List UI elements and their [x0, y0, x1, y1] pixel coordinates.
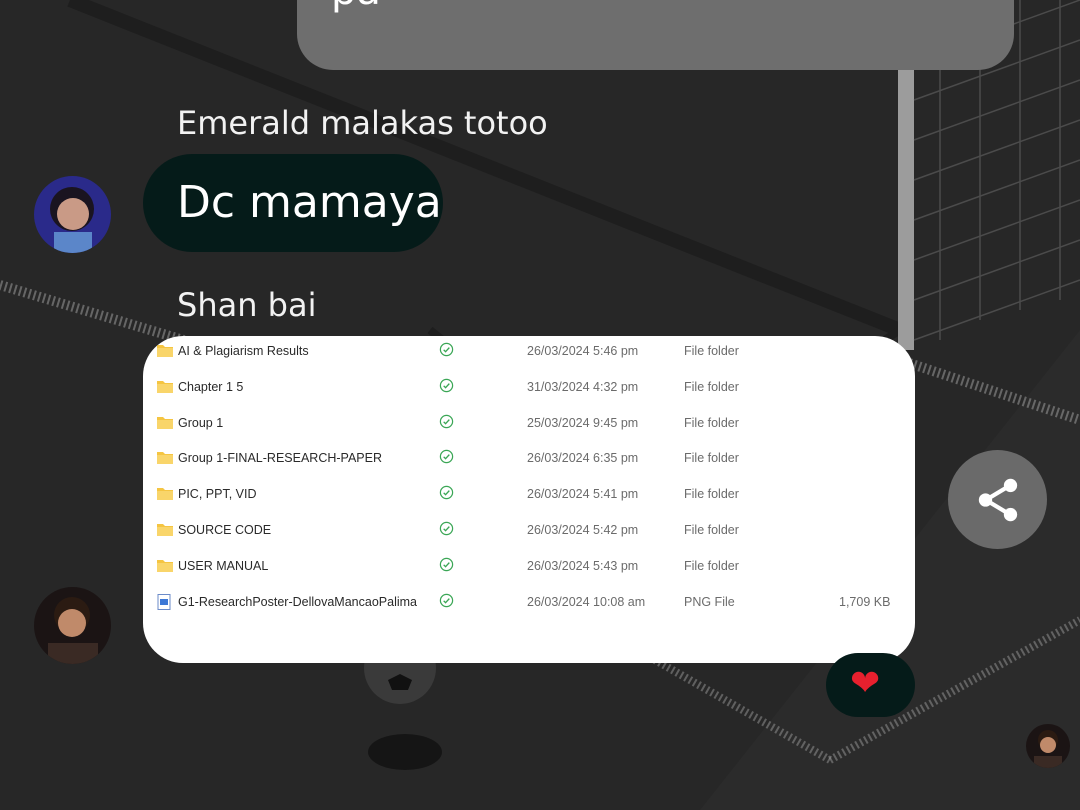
sender-name-2: Shan bai: [177, 286, 317, 324]
share-button[interactable]: [948, 450, 1047, 549]
file-type: File folder: [684, 344, 739, 358]
file-row: USER MANUAL 26/03/2024 5:43 pm File folder: [143, 554, 915, 578]
file-type: File folder: [684, 379, 739, 394]
file-name: AI & Plagiarism Results: [178, 344, 309, 358]
file-type: File folder: [684, 451, 739, 466]
folder-icon: [157, 415, 173, 432]
sync-check-icon: [439, 521, 454, 539]
file-name: PIC, PPT, VID: [178, 487, 257, 502]
file-type: File folder: [684, 487, 739, 502]
message-text: pa: [331, 0, 381, 14]
person-avatar-icon: [1026, 724, 1070, 768]
folder-icon: [157, 450, 173, 467]
file-date: 26/03/2024 5:46 pm: [527, 344, 639, 358]
sync-check-icon: [439, 485, 454, 503]
file-date: 31/03/2024 4:32 pm: [527, 379, 639, 394]
file-row: Group 1 25/03/2024 9:45 pm File folder: [143, 411, 915, 435]
file-name: Chapter 1 5: [178, 379, 244, 394]
sync-check-icon: [439, 378, 454, 396]
file-row: G1-ResearchPoster-DellovaMancaoPalima 26/…: [143, 590, 915, 614]
message-text: Dc mamaya: [177, 177, 442, 228]
message-bubble-1[interactable]: Dc mamaya: [143, 154, 443, 252]
folder-icon: [157, 343, 173, 360]
file-date: 25/03/2024 9:45 pm: [527, 415, 639, 430]
file-date: 26/03/2024 5:42 pm: [527, 523, 639, 537]
folder-icon: [157, 486, 173, 503]
file-type: PNG File: [684, 594, 735, 609]
avatar-sender-1[interactable]: [34, 176, 111, 253]
file-type: File folder: [684, 415, 739, 430]
file-row: PIC, PPT, VID 26/03/2024 5:41 pm File fold…: [143, 482, 915, 506]
sender-name-1: Emerald malakas totoo: [177, 104, 548, 142]
heart-icon: ❤: [850, 663, 881, 704]
sync-check-icon: [439, 449, 454, 467]
file-name: Group 1-FINAL-RESEARCH-PAPER: [178, 451, 382, 466]
file-name: Group 1: [178, 415, 224, 430]
avatar-sender-2[interactable]: [34, 587, 111, 664]
file-type: File folder: [684, 523, 739, 537]
folder-icon: [157, 522, 173, 539]
file-row: AI & Plagiarism Results 26/03/2024 5:46 p…: [143, 339, 915, 363]
sync-check-icon: [439, 593, 454, 611]
shared-image-file-list[interactable]: AI & Plagiarism Results 26/03/2024 5:46 p…: [143, 336, 915, 663]
file-name: SOURCE CODE: [178, 523, 272, 537]
file-row: Group 1-FINAL-RESEARCH-PAPER 26/03/2024 6…: [143, 446, 915, 470]
file-name: USER MANUAL: [178, 558, 269, 573]
heart-reaction[interactable]: ❤: [826, 653, 915, 717]
image-file-icon: [157, 593, 171, 613]
sync-check-icon: [439, 414, 454, 432]
file-size: 1,709 KB: [839, 594, 891, 609]
child-avatar-icon: [34, 176, 111, 253]
file-name: G1-ResearchPoster-DellovaMancaoPalima: [178, 594, 417, 609]
file-date: 26/03/2024 5:43 pm: [527, 558, 639, 573]
file-row: Chapter 1 5 31/03/2024 4:32 pm File folder: [143, 375, 915, 399]
file-type: File folder: [684, 558, 739, 573]
sync-check-icon: [439, 557, 454, 575]
file-row: SOURCE CODE 26/03/2024 5:42 pm File folder: [143, 518, 915, 542]
folder-icon: [157, 558, 173, 575]
sync-check-icon: [439, 342, 454, 360]
message-bubble-top[interactable]: pa: [297, 0, 1014, 70]
file-date: 26/03/2024 10:08 am: [527, 594, 646, 609]
person-avatar-icon: [34, 587, 111, 664]
folder-icon: [157, 379, 173, 396]
share-icon: [978, 478, 1018, 522]
file-date: 26/03/2024 6:35 pm: [527, 451, 639, 466]
file-date: 26/03/2024 5:41 pm: [527, 487, 639, 502]
read-receipt-avatar: [1026, 724, 1070, 768]
